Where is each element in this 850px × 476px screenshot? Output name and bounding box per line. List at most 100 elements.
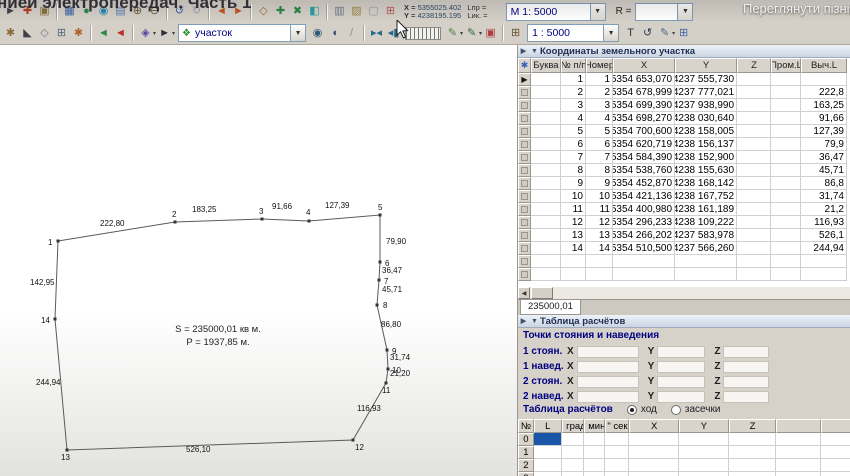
page-icon[interactable]: ▢ — [365, 3, 382, 20]
grid-cell[interactable] — [821, 446, 850, 459]
table-cell[interactable]: 5354 653,070 — [613, 73, 675, 86]
grid-cell[interactable] — [629, 459, 679, 472]
table-cell[interactable]: 4237 777,021 — [675, 86, 737, 99]
table-cell[interactable]: 6 — [586, 138, 613, 151]
grid-cell[interactable] — [562, 472, 584, 476]
grid-cell[interactable] — [584, 459, 606, 472]
table-cell[interactable] — [737, 86, 771, 99]
table-row[interactable]: 995354 452,8704238 168,14286,8 — [518, 177, 850, 190]
table-cell[interactable] — [737, 99, 771, 112]
row-selector[interactable] — [518, 99, 531, 112]
row-selector[interactable] — [518, 86, 531, 99]
panel-expand-icon[interactable]: ▶ — [518, 317, 529, 325]
grid-cell[interactable] — [776, 446, 821, 459]
zoom-in-icon[interactable]: ⊕ — [129, 3, 146, 20]
table-cell[interactable] — [801, 268, 847, 281]
grid-cell[interactable] — [605, 446, 629, 459]
chevron-down-icon[interactable]: ▾ — [172, 30, 175, 37]
row-selector[interactable] — [518, 125, 531, 138]
chevron-down-icon[interactable]: ▼ — [290, 25, 305, 41]
row-selector[interactable] — [518, 229, 531, 242]
row-selector[interactable] — [518, 242, 531, 255]
table-cell[interactable] — [531, 203, 561, 216]
table-cell[interactable]: 31,74 — [801, 190, 847, 203]
column-header[interactable]: Y — [675, 58, 737, 73]
rotate-tool-icon[interactable]: ✚ — [19, 3, 36, 20]
station-z-field[interactable] — [723, 346, 769, 358]
table-cell[interactable] — [771, 151, 801, 164]
table-row[interactable]: ▶115354 653,0704237 555,730 — [518, 73, 850, 86]
copy-sheet-icon[interactable]: ▨ — [348, 3, 365, 20]
grid-cell[interactable] — [729, 433, 777, 446]
grid-row-header[interactable]: 0 — [518, 433, 534, 446]
table-cell[interactable] — [737, 268, 771, 281]
grid-cell[interactable] — [534, 459, 562, 472]
grid-column-header[interactable]: № — [518, 419, 534, 433]
table-cell[interactable]: 4237 938,990 — [675, 99, 737, 112]
table-cell[interactable]: 1 — [561, 73, 586, 86]
grid-cell[interactable] — [729, 446, 777, 459]
table-cell[interactable] — [737, 216, 771, 229]
table-cell[interactable] — [531, 125, 561, 138]
table-cell[interactable] — [531, 73, 561, 86]
chevron-down-icon[interactable]: ▼ — [677, 4, 692, 20]
table-row[interactable]: 775354 584,3904238 152,90036,47 — [518, 151, 850, 164]
table-cell[interactable] — [737, 242, 771, 255]
column-header[interactable]: № п/п — [561, 58, 586, 73]
table-cell[interactable] — [531, 151, 561, 164]
table-row[interactable]: 225354 678,9994237 777,021222,8 — [518, 86, 850, 99]
next-object-icon[interactable]: ► — [230, 3, 247, 20]
column-header[interactable]: Z — [737, 58, 771, 73]
table-cell[interactable]: 7 — [586, 151, 613, 164]
table-cell[interactable]: 3 — [561, 99, 586, 112]
grid-column-header[interactable]: Z — [729, 419, 777, 433]
grid-cell[interactable] — [605, 459, 629, 472]
vertex-marker[interactable] — [261, 218, 264, 221]
map-canvas[interactable]: 1234567891011121314222,80183,2591,66127,… — [0, 45, 517, 476]
table-row[interactable]: 11115354 400,9804238 161,18921,2 — [518, 203, 850, 216]
table-cell[interactable] — [531, 216, 561, 229]
grid-cell[interactable] — [776, 472, 821, 476]
table-cell[interactable]: 10 — [586, 190, 613, 203]
redo-icon[interactable]: ↻ — [188, 3, 205, 20]
table-cell[interactable]: 36,47 — [801, 151, 847, 164]
eye-icon[interactable]: ◉ — [309, 25, 326, 42]
table-cell[interactable]: 8 — [586, 164, 613, 177]
vertex-marker[interactable] — [386, 349, 389, 352]
grid-cell[interactable] — [562, 459, 584, 472]
grid-cell[interactable] — [776, 433, 821, 446]
table-cell[interactable]: 21,2 — [801, 203, 847, 216]
table-cell[interactable]: 4237 555,730 — [675, 73, 737, 86]
table-cell[interactable]: 4238 030,640 — [675, 112, 737, 125]
table-cell[interactable]: 5354 400,980 — [613, 203, 675, 216]
grid-cell[interactable] — [821, 472, 850, 476]
table-cell[interactable]: 86,8 — [801, 177, 847, 190]
table-cell[interactable]: 5354 538,760 — [613, 164, 675, 177]
delete-node-icon[interactable]: ✖ — [289, 3, 306, 20]
table-cell[interactable] — [771, 242, 801, 255]
table-cell[interactable] — [771, 99, 801, 112]
report-icon[interactable]: ▥ — [331, 3, 348, 20]
vertex-marker[interactable] — [378, 279, 381, 282]
table-cell[interactable] — [737, 125, 771, 138]
vertex-marker[interactable] — [376, 304, 379, 307]
column-header[interactable]: Пром.L — [771, 58, 801, 73]
table-cell[interactable]: 526,1 — [801, 229, 847, 242]
table-cell[interactable]: 14 — [586, 242, 613, 255]
table-cell[interactable]: 5 — [586, 125, 613, 138]
grid-cell[interactable] — [679, 472, 729, 476]
grid-cell[interactable] — [534, 446, 562, 459]
vertex-marker[interactable] — [379, 261, 382, 264]
table-cell[interactable] — [675, 268, 737, 281]
panel-collapse-icon[interactable]: ▼ — [529, 48, 540, 55]
grid-row-header[interactable]: 1 — [518, 446, 534, 459]
table-row[interactable]: 14145354 510,5004237 566,260244,94 — [518, 242, 850, 255]
table-row[interactable]: 335354 699,3904237 938,990163,25 — [518, 99, 850, 112]
hammer-icon[interactable]: ✱ — [70, 25, 87, 42]
table-cell[interactable] — [613, 255, 675, 268]
grid-cell[interactable] — [605, 433, 629, 446]
table-cell[interactable]: 5354 698,270 — [613, 112, 675, 125]
scroll-left-icon[interactable]: ◀ — [518, 287, 530, 299]
table-cell[interactable] — [771, 138, 801, 151]
table-cell[interactable] — [801, 73, 847, 86]
